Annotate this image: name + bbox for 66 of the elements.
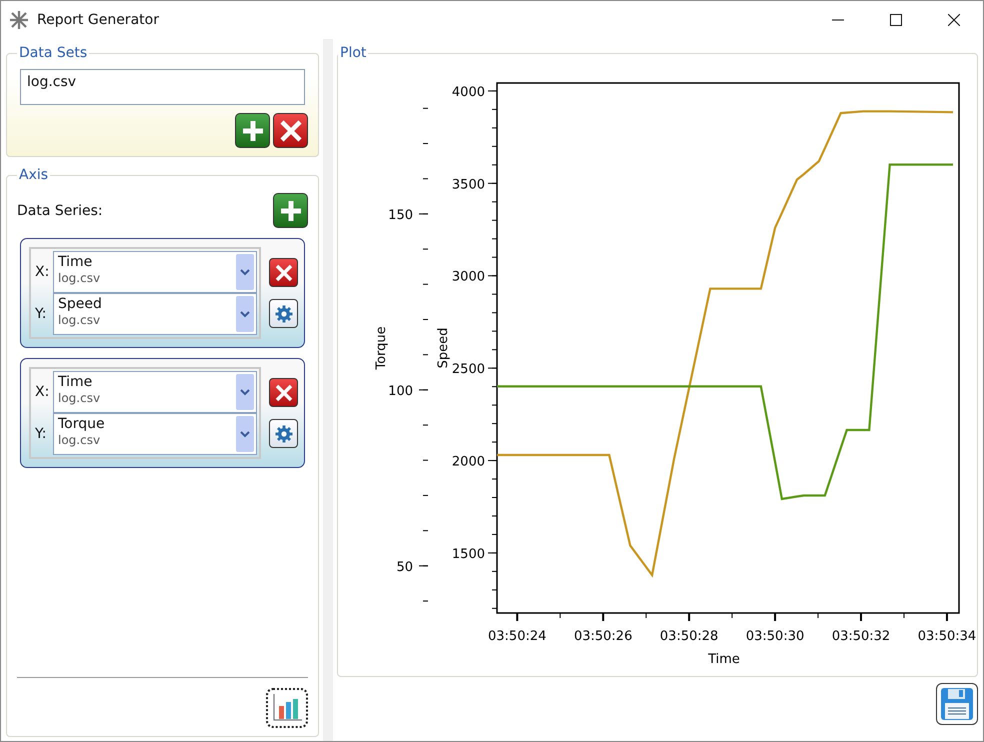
- dropdown-button[interactable]: [236, 296, 254, 332]
- add-series-button[interactable]: [273, 193, 308, 228]
- group-title: Plot: [339, 45, 368, 61]
- column-dropdown[interactable]: Torque log.csv: [53, 413, 257, 455]
- window-title: Report Generator: [37, 12, 159, 28]
- column-dropdown[interactable]: Speed log.csv: [53, 293, 257, 335]
- remove-series-button[interactable]: [269, 378, 298, 407]
- tick-label: 03:50:30: [746, 629, 804, 644]
- close-icon: [948, 14, 960, 26]
- data-series-label: Data Series:: [17, 202, 103, 218]
- remove-series-button[interactable]: [269, 258, 298, 287]
- gear-icon: [274, 424, 292, 442]
- add-button[interactable]: [235, 113, 270, 148]
- chart-button[interactable]: [266, 688, 308, 728]
- axis-title: Speed: [436, 328, 451, 368]
- remove-button[interactable]: [273, 113, 308, 148]
- tick-label: 2500: [452, 362, 485, 378]
- tick-label: 03:50:24: [488, 629, 546, 644]
- tick-label: 03:50:32: [832, 629, 890, 644]
- column-name: Time: [58, 374, 94, 391]
- column-dropdown[interactable]: Time log.csv: [53, 371, 257, 413]
- tick-label: 03:50:34: [918, 629, 976, 644]
- axis-label: X:: [35, 384, 50, 400]
- tick-label: 4000: [452, 84, 485, 100]
- dropdown-button[interactable]: [236, 416, 254, 452]
- dropdown-button[interactable]: [236, 254, 254, 290]
- maximize-icon: [890, 14, 902, 26]
- file-name: log.csv: [58, 433, 102, 448]
- axis-title: Time: [708, 652, 740, 667]
- close-icon: [274, 262, 294, 282]
- tick-label: 3000: [452, 270, 485, 285]
- dropdown-button[interactable]: [236, 374, 254, 410]
- tick-label: 50: [396, 560, 413, 575]
- file-item[interactable]: log.csv: [27, 74, 298, 90]
- axis-label: Y:: [35, 426, 48, 442]
- tick-label: 03:50:28: [660, 629, 718, 644]
- settings-button[interactable]: [269, 419, 298, 448]
- axis-title: Torque: [374, 326, 389, 370]
- chevron-icon: [240, 310, 250, 318]
- gear-icon: [274, 304, 292, 322]
- column-name: Speed: [58, 296, 103, 313]
- tick-label: 1500: [452, 546, 485, 562]
- axis-label: Y:: [35, 306, 48, 322]
- group-title: Axis: [18, 167, 50, 183]
- axis-label: X:: [35, 264, 50, 280]
- tick-label: 2000: [452, 454, 485, 470]
- file-list[interactable]: log.csv: [20, 69, 305, 105]
- file-name: log.csv: [58, 391, 102, 406]
- close-icon: [278, 118, 304, 144]
- close-icon: [274, 382, 294, 402]
- tick-label: 03:50:26: [574, 629, 632, 644]
- chevron-icon: [240, 430, 250, 438]
- chevron-icon: [240, 388, 250, 396]
- column-name: Torque: [58, 416, 106, 433]
- settings-button[interactable]: [269, 299, 298, 328]
- column-dropdown[interactable]: Time log.csv: [53, 251, 257, 293]
- file-name: log.csv: [58, 313, 102, 328]
- tick-label: 100: [388, 384, 413, 399]
- tick-label: 3500: [452, 177, 485, 192]
- group-title: Data Sets: [18, 45, 88, 61]
- app-icon: [9, 10, 29, 30]
- save-button[interactable]: [936, 683, 978, 725]
- tick-label: 150: [388, 208, 413, 223]
- chevron-icon: [240, 268, 250, 276]
- column-name: Time: [58, 254, 94, 271]
- file-name: log.csv: [58, 271, 102, 286]
